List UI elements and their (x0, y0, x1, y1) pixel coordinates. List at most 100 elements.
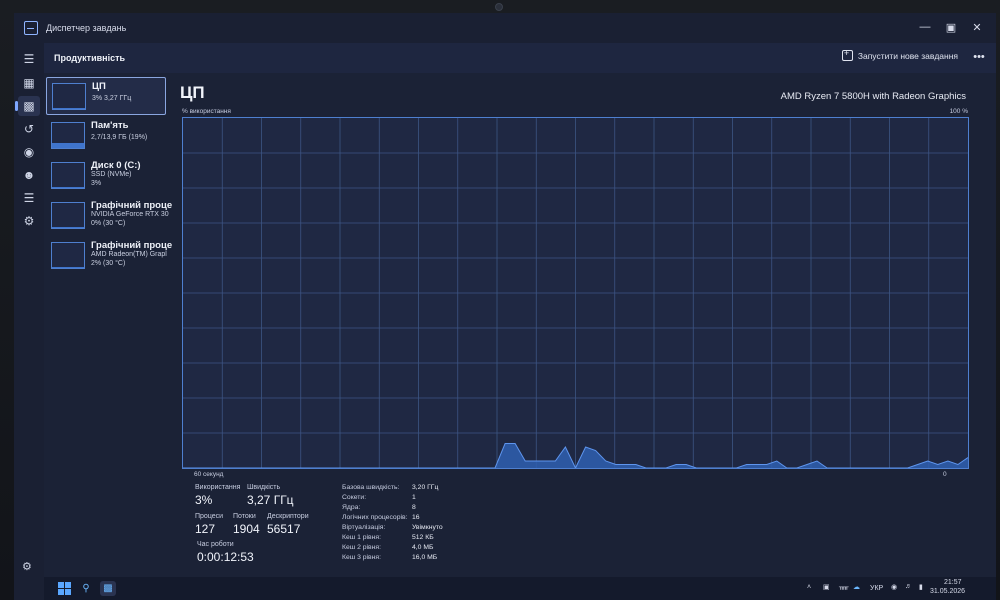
start-button[interactable] (56, 581, 72, 596)
clock-time[interactable]: 21:57 (944, 579, 962, 586)
y-axis-label: % використання (182, 108, 231, 115)
wifi-icon[interactable]: ◉ (891, 583, 897, 591)
disk-thumbnail (51, 162, 85, 189)
performance-icon[interactable]: ▩ (15, 96, 40, 116)
sidebar-item-disk[interactable]: Диск 0 (C:) SSD (NVMe) 3% (46, 157, 166, 195)
spec-key: Базова швидкість: (342, 484, 400, 491)
sidebar-item-gpu-nvidia[interactable]: Графічний проце NVIDIA GeForce RTX 30 0%… (46, 197, 172, 235)
usage-label: Використання (195, 484, 241, 491)
x-axis-start-label: 60 секунд (194, 471, 224, 478)
left-navigation: ☰ ▦ ▩ ↺ ◉ ☻ ☰ ⚙ (14, 43, 44, 600)
y-axis-max-label: 100 % (949, 108, 968, 115)
gpu-thumbnail (51, 242, 85, 269)
threads-label: Потоки (233, 513, 256, 520)
sidebar-item-memory[interactable]: Пам'ять 2,7/13,9 ГБ (19%) (46, 117, 166, 155)
usage-value: 3% (195, 493, 213, 507)
cpu-usage-graph (182, 117, 969, 469)
cpu-thumbnail (52, 83, 86, 110)
minimize-button[interactable]: — (912, 17, 938, 37)
run-task-icon (841, 48, 853, 61)
thumbnail-fill (52, 143, 84, 148)
x-axis-end-label: 0 (943, 471, 947, 478)
spec-key: Сокети: (342, 494, 367, 501)
uptime-value: 0:00:12:53 (197, 550, 254, 564)
windows-logo-icon (57, 582, 71, 595)
performance-sidebar: ЦП 3% 3,27 ГГц Пам'ять 2,7/13,9 ГБ (19%)… (44, 75, 172, 285)
run-new-task-label: Запустити нове завдання (857, 50, 958, 61)
processes-icon[interactable]: ▦ (18, 73, 40, 93)
threads-value: 1904 (233, 522, 260, 536)
tray-cloud-icon[interactable]: ☁ (853, 583, 860, 591)
tray-app-icon[interactable]: ▣ (823, 583, 830, 591)
search-icon[interactable]: ⚲ (78, 581, 94, 596)
spec-key: Логічних процесорів: (342, 514, 408, 521)
taskbar: ⚲ ▩ ˄ ▣ ᚅ ☁ УКР ◉ ♬ ▮ 21:57 31.05.2026 (44, 577, 996, 600)
sidebar-item-detail: AMD Radeon(TM) Grapl (91, 251, 167, 258)
bluetooth-icon[interactable]: ᚅ (839, 583, 849, 591)
sidebar-item-cpu[interactable]: ЦП 3% 3,27 ГГц (46, 77, 166, 115)
volume-icon[interactable]: ♬ (905, 583, 912, 590)
spec-value: 16,0 МБ (412, 554, 438, 561)
speed-value: 3,27 ГГц (247, 493, 294, 507)
sidebar-item-detail: 2,7/13,9 ГБ (19%) (91, 134, 148, 141)
sidebar-item-detail: NVIDIA GeForce RTX 30 (91, 211, 169, 218)
title-bar: Диспетчер завдань — ▣ ✕ (14, 13, 996, 43)
processes-value: 127 (195, 522, 216, 536)
maximize-button[interactable]: ▣ (938, 17, 964, 37)
hamburger-menu-icon[interactable]: ☰ (18, 49, 40, 69)
battery-icon[interactable]: ▮ (919, 583, 923, 591)
app-history-icon[interactable]: ↺ (18, 119, 40, 139)
processes-label: Процеси (195, 513, 224, 520)
sidebar-item-name: Пам'ять (91, 120, 129, 131)
services-icon[interactable]: ⚙ (18, 211, 40, 231)
sidebar-item-detail: 3% 3,27 ГГц (92, 95, 132, 102)
handles-value: 56517 (267, 522, 301, 536)
sidebar-item-name: ЦП (92, 81, 106, 92)
sidebar-item-name: Графічний проце (91, 200, 173, 211)
thumbnail-fill (52, 227, 84, 228)
task-manager-taskbar-icon[interactable]: ▩ (100, 581, 116, 596)
sidebar-item-name: Графічний проце (91, 240, 173, 251)
spec-value: 3,20 ГГц (412, 484, 439, 491)
spec-key: Віртуалізація: (342, 524, 386, 531)
close-button[interactable]: ✕ (964, 17, 990, 37)
handles-label: Дескриптори (267, 513, 309, 520)
details-icon[interactable]: ☰ (18, 188, 40, 208)
sidebar-item-detail: SSD (NVMe) (91, 171, 132, 178)
spec-value: 8 (412, 504, 416, 511)
page-header: Продуктивність Запустити нове завдання •… (44, 43, 996, 73)
settings-gear-icon[interactable]: ⚙ (22, 560, 32, 573)
window-title: Диспетчер завдань (46, 23, 127, 33)
startup-apps-icon[interactable]: ◉ (18, 142, 40, 162)
memory-thumbnail (51, 122, 85, 149)
spec-key: Кеш 2 рівня: (342, 544, 381, 551)
sidebar-item-gpu-amd[interactable]: Графічний проце AMD Radeon(TM) Grapl 2% … (46, 237, 172, 275)
task-manager-icon (24, 21, 38, 35)
cpu-title: ЦП (180, 83, 205, 102)
cpu-usage-chart (183, 118, 968, 468)
thumbnail-fill (53, 108, 85, 109)
cpu-model-name: AMD Ryzen 7 5800H with Radeon Graphics (780, 91, 966, 102)
spec-key: Ядра: (342, 504, 361, 511)
spec-value: Увімкнуто (412, 524, 443, 531)
sidebar-item-usage: 3% (91, 180, 102, 187)
more-options-button[interactable]: ••• (968, 49, 990, 67)
language-indicator[interactable]: УКР (870, 585, 883, 592)
thumbnail-fill (52, 187, 84, 188)
run-new-task-button[interactable]: Запустити нове завдання (841, 48, 958, 61)
page-title: Продуктивність (54, 53, 126, 63)
spec-key: Кеш 1 рівня: (342, 534, 381, 541)
tray-chevron-icon[interactable]: ˄ (807, 584, 811, 591)
spec-value: 4,0 МБ (412, 544, 434, 551)
spec-value: 512 КБ (412, 534, 434, 541)
sidebar-item-usage: 0% (30 °C) (91, 220, 126, 227)
gpu-thumbnail (51, 202, 85, 229)
thumbnail-fill (52, 267, 84, 268)
users-icon[interactable]: ☻ (18, 165, 40, 185)
window-controls: — ▣ ✕ (912, 17, 990, 37)
webcam (495, 3, 503, 11)
spec-value: 16 (412, 514, 420, 521)
clock-date[interactable]: 31.05.2026 (930, 588, 965, 595)
screen: Диспетчер завдань — ▣ ✕ ☰ ▦ ▩ ↺ ◉ ☻ ☰ ⚙ … (14, 13, 996, 600)
spec-value: 1 (412, 494, 416, 501)
